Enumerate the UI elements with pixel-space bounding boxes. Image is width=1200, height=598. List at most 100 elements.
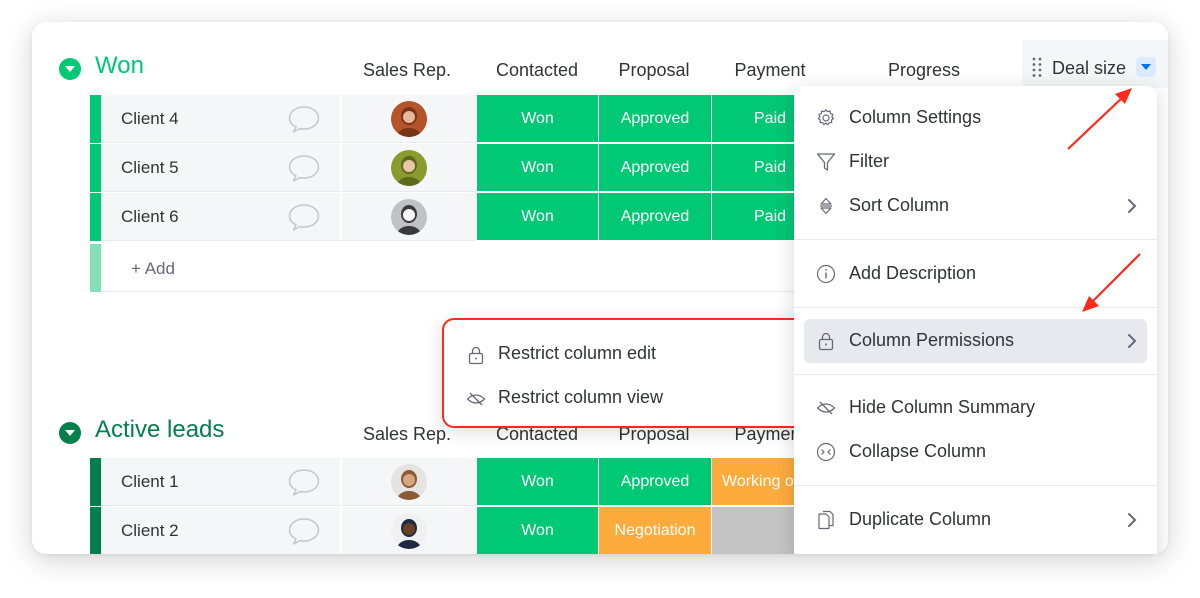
menu-item-add-description[interactable]: Add Description [804, 252, 1147, 296]
comment-bubble-icon[interactable] [287, 104, 321, 134]
comment-bubble-icon[interactable] [287, 467, 321, 497]
group-header-won: Won Sales Rep. Contacted Proposal Paymen… [32, 48, 1168, 88]
menu-item-label: Column Settings [849, 107, 982, 127]
collapse-icon [816, 442, 836, 462]
comment-bubble-icon[interactable] [287, 516, 321, 546]
item-name-cell[interactable]: Client 4 [101, 95, 340, 143]
column-header-deal-size[interactable]: Deal size [1022, 40, 1168, 88]
avatar-woman-long-hair[interactable] [391, 464, 427, 500]
board-card: Won Sales Rep. Contacted Proposal Paymen… [32, 22, 1168, 554]
proposal-status-cell[interactable]: Approved [599, 193, 712, 241]
group-title[interactable]: Won [95, 52, 144, 80]
menu-item-duplicate-column[interactable]: Duplicate Column [804, 498, 1147, 542]
column-header-contacted[interactable]: Contacted [477, 60, 597, 81]
sales-rep-cell[interactable] [341, 458, 476, 506]
sort-icon [820, 197, 832, 215]
proposal-status-cell[interactable]: Negotiation [599, 507, 712, 554]
group-collapse-toggle[interactable] [59, 422, 81, 444]
proposal-status-cell[interactable]: Approved [599, 144, 712, 192]
contacted-status-cell[interactable]: Won [477, 95, 599, 143]
avatar-person-white-shirt[interactable] [391, 199, 427, 235]
caret-down-icon [65, 66, 75, 72]
caret-down-icon [1141, 64, 1151, 70]
comment-bubble-icon[interactable] [287, 202, 321, 232]
menu-item-filter[interactable]: Filter [804, 140, 1147, 184]
status-label: Paid [754, 109, 787, 127]
sales-rep-cell[interactable] [341, 95, 476, 143]
menu-divider [794, 374, 1157, 375]
status-label: Approved [620, 158, 690, 176]
group-title[interactable]: Active leads [95, 416, 224, 444]
menu-item-column-permissions[interactable]: Column Permissions [804, 319, 1147, 363]
column-header-payment[interactable]: Payment [712, 60, 828, 81]
menu-item-label: Collapse Column [849, 441, 987, 461]
item-name[interactable]: Client 2 [121, 521, 179, 541]
proposal-status-cell[interactable]: Approved [599, 95, 712, 143]
info-icon [816, 264, 836, 284]
item-name-cell[interactable]: Client 1 [101, 458, 340, 506]
avatar-man-smiling[interactable] [391, 150, 427, 186]
add-item-button[interactable]: + Add [131, 259, 175, 279]
status-label: Won [521, 207, 554, 225]
contacted-status-cell[interactable]: Won [477, 507, 599, 554]
item-name[interactable]: Client 4 [121, 109, 179, 129]
sales-rep-cell[interactable] [341, 193, 476, 241]
status-label: Paid [754, 158, 787, 176]
column-permissions-submenu: Restrict column edit Restrict column vie… [442, 318, 806, 428]
add-item-row[interactable]: + Add [90, 244, 831, 292]
group-color-bar [90, 458, 101, 506]
drag-handle-icon[interactable] [1032, 57, 1042, 77]
column-header-proposal[interactable]: Proposal [598, 60, 710, 81]
duplicate-icon [818, 510, 834, 530]
comment-bubble-icon[interactable] [287, 153, 321, 183]
group-color-bar [90, 244, 101, 292]
column-menu-button[interactable] [1136, 57, 1156, 77]
contacted-status-cell[interactable]: Won [477, 458, 599, 506]
group-color-bar [90, 507, 101, 554]
contacted-status-cell[interactable]: Won [477, 144, 599, 192]
submenu-item-label: Restrict column edit [498, 343, 657, 363]
avatar-man-glasses[interactable] [391, 513, 427, 549]
menu-item-label: Column Permissions [849, 330, 1015, 350]
menu-item-label: Hide Column Summary [849, 397, 1036, 417]
submenu-item-restrict-view[interactable]: Restrict column view [462, 379, 792, 419]
lock-icon [468, 346, 484, 365]
menu-item-column-settings[interactable]: Column Settings [804, 96, 1147, 140]
status-label: Won [521, 521, 554, 539]
proposal-status-cell[interactable]: Approved [599, 458, 712, 506]
menu-item-label: Add Description [849, 263, 977, 283]
item-name[interactable]: Client 5 [121, 158, 179, 178]
sales-rep-cell[interactable] [341, 144, 476, 192]
item-name[interactable]: Client 6 [121, 207, 179, 227]
gear-icon [817, 109, 835, 126]
item-name-cell[interactable]: Client 6 [101, 193, 340, 241]
status-label: Won [521, 109, 554, 127]
status-label: Won [521, 158, 554, 176]
column-header-progress[interactable]: Progress [864, 60, 984, 81]
menu-divider [794, 239, 1157, 240]
contacted-status-cell[interactable]: Won [477, 193, 599, 241]
group-color-bar [90, 193, 101, 241]
chevron-right-icon [1128, 199, 1137, 213]
menu-item-collapse-column[interactable]: Collapse Column [804, 430, 1147, 474]
avatar-woman-red-hair[interactable] [391, 101, 427, 137]
item-name-cell[interactable]: Client 2 [101, 507, 340, 554]
submenu-item-restrict-edit[interactable]: Restrict column edit [462, 335, 792, 375]
item-name-cell[interactable]: Client 5 [101, 144, 340, 192]
group-collapse-toggle[interactable] [59, 58, 81, 80]
status-label: Negotiation [614, 521, 696, 539]
menu-item-label: Sort Column [849, 195, 950, 215]
item-name[interactable]: Client 1 [121, 472, 179, 492]
filter-icon [816, 153, 836, 171]
eye-off-icon [466, 392, 486, 406]
menu-item-hide-column-summary[interactable]: Hide Column Summary [804, 386, 1147, 430]
add-item-cell: + Add [101, 244, 831, 292]
menu-item-sort-column[interactable]: Sort Column [804, 184, 1147, 228]
caret-down-icon [65, 430, 75, 436]
eye-off-icon [816, 401, 836, 415]
menu-item-label: Duplicate Column [849, 509, 992, 529]
column-header-sales-rep[interactable]: Sales Rep. [332, 60, 482, 81]
status-label: Approved [620, 207, 690, 225]
group-color-bar [90, 144, 101, 192]
sales-rep-cell[interactable] [341, 507, 476, 554]
